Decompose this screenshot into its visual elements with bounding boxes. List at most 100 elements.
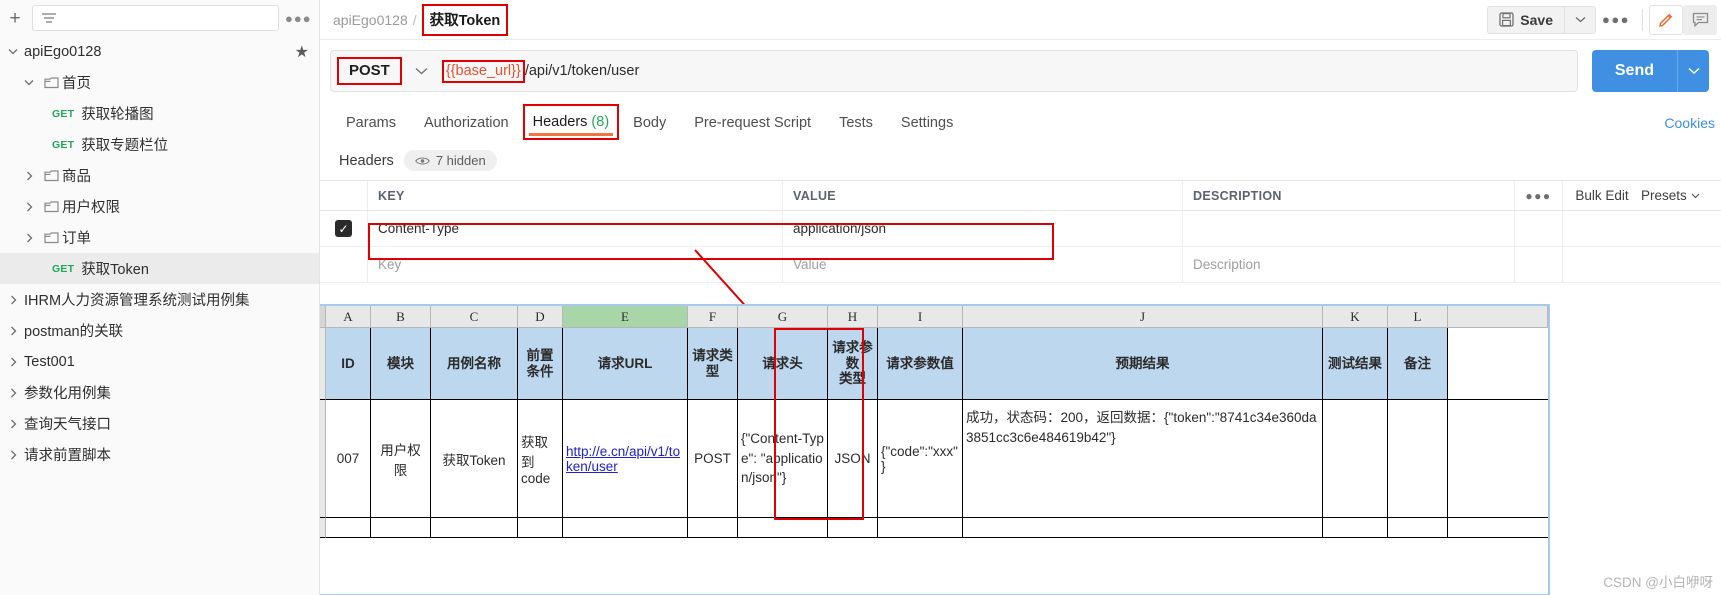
sidebar-item-ihrm[interactable]: IHRM人力资源管理系统测试用例集 <box>0 284 319 315</box>
row-checkbox-cell[interactable]: ✓ <box>320 211 368 246</box>
sheet-header-remark[interactable]: 备注 <box>1388 328 1448 400</box>
chevron-right-icon[interactable] <box>2 388 24 398</box>
cell-req-header[interactable]: {"Content-Type": "application/json"} <box>738 400 828 518</box>
bulk-edit-button[interactable]: Bulk Edit <box>1563 181 1641 210</box>
sheet-header-precondition[interactable]: 前置 条件 <box>518 328 563 400</box>
row-description-cell[interactable] <box>1183 211 1515 246</box>
row-more-icon[interactable] <box>1515 211 1563 246</box>
col-header-l[interactable]: L <box>1388 306 1448 328</box>
hidden-headers-toggle[interactable]: 7 hidden <box>403 150 497 171</box>
empty-cell[interactable] <box>563 518 688 538</box>
sheet-header-req-type[interactable]: 请求类 型 <box>688 328 738 400</box>
tab-headers[interactable]: Headers (8) <box>522 104 620 140</box>
sheet-header-expected[interactable]: 预期结果 <box>963 328 1323 400</box>
sidebar-folder-yonghuquanxian[interactable]: 用户权限 <box>0 191 319 222</box>
empty-row-description-cell[interactable]: Description <box>1183 247 1515 282</box>
empty-cell[interactable] <box>1388 518 1448 538</box>
empty-cell[interactable] <box>431 518 518 538</box>
cell-req-type[interactable]: POST <box>688 400 738 518</box>
save-button[interactable]: Save <box>1487 5 1564 34</box>
sidebar-item-postman-guanlian[interactable]: postman的关联 <box>0 315 319 346</box>
sidebar-item-qianzhi-jiaoben[interactable]: 请求前置脚本 <box>0 439 319 470</box>
chevron-right-icon[interactable] <box>2 295 24 305</box>
send-button[interactable]: Send <box>1591 50 1677 92</box>
cell-case-name[interactable]: 获取Token <box>431 400 518 518</box>
cell-expected[interactable]: 成功，状态码：200，返回数据：{"token":"8741c34e360da3… <box>963 400 1323 518</box>
col-header-j[interactable]: J <box>963 306 1323 328</box>
empty-cell[interactable] <box>371 518 431 538</box>
sidebar-folder-shangpin[interactable]: 商品 <box>0 160 319 191</box>
tab-body[interactable]: Body <box>619 106 680 140</box>
chevron-right-icon[interactable] <box>18 171 40 181</box>
chevron-right-icon[interactable] <box>18 233 40 243</box>
sheet-header-test-result[interactable]: 测试结果 <box>1323 328 1388 400</box>
cell-precondition[interactable]: 获取 到 code <box>518 400 563 518</box>
empty-cell[interactable] <box>878 518 963 538</box>
col-header-i[interactable]: I <box>878 306 963 328</box>
sidebar-folder-dingdan[interactable]: 订单 <box>0 222 319 253</box>
chevron-down-icon[interactable] <box>2 48 24 55</box>
chevron-right-icon[interactable] <box>2 419 24 429</box>
col-header-g[interactable]: G <box>738 306 828 328</box>
sidebar-folder-shouye[interactable]: 首页 <box>0 67 319 98</box>
tab-pre-request-script[interactable]: Pre-request Script <box>680 106 825 140</box>
sidebar-item-apiego0128[interactable]: apiEgo0128 ★ <box>0 36 319 67</box>
cell-remark[interactable] <box>1388 400 1448 518</box>
col-header-h[interactable]: H <box>828 306 878 328</box>
save-options-button[interactable] <box>1564 5 1596 34</box>
sidebar-item-tianqi[interactable]: 查询天气接口 <box>0 408 319 439</box>
empty-cell[interactable] <box>963 518 1323 538</box>
col-header-e[interactable]: E <box>563 306 688 328</box>
send-options-button[interactable] <box>1677 50 1709 92</box>
cell-url[interactable]: http://e.cn/api/v1/token/user <box>563 400 688 518</box>
sidebar-item-canshuhua[interactable]: 参数化用例集 <box>0 377 319 408</box>
col-header-a[interactable]: A <box>326 306 371 328</box>
request-more-icon[interactable]: ●●● <box>1596 12 1636 27</box>
method-selector[interactable]: POST <box>331 57 442 85</box>
col-header-b[interactable]: B <box>371 306 431 328</box>
sheet-header-case-name[interactable]: 用例名称 <box>431 328 518 400</box>
comment-button[interactable] <box>1683 4 1717 35</box>
row-checkbox[interactable]: ✓ <box>335 220 352 237</box>
headers-table-more-icon[interactable]: ●●● <box>1515 181 1563 210</box>
cell-module[interactable]: 用户权限 <box>371 400 431 518</box>
edit-pencil-button[interactable] <box>1649 4 1683 35</box>
sidebar-item-get-lunbotu[interactable]: GET 获取轮播图 <box>0 98 319 129</box>
sheet-header-id[interactable]: ID <box>326 328 371 400</box>
sheet-header-url[interactable]: 请求URL <box>563 328 688 400</box>
cell-id[interactable]: 007 <box>326 400 371 518</box>
tab-tests[interactable]: Tests <box>825 106 887 140</box>
sheet-header-param-type[interactable]: 请求参 数 类型 <box>828 328 878 400</box>
method-value[interactable]: POST <box>337 57 402 85</box>
sheet-header-param-value[interactable]: 请求参数值 <box>878 328 963 400</box>
breadcrumb-collection[interactable]: apiEgo0128 <box>333 12 408 28</box>
chevron-down-icon[interactable] <box>402 67 442 75</box>
col-header-c[interactable]: C <box>431 306 518 328</box>
sheet-header-req-header[interactable]: 请求头 <box>738 328 828 400</box>
empty-cell[interactable] <box>688 518 738 538</box>
empty-row-more-icon[interactable] <box>1515 247 1563 282</box>
sidebar-more-icon[interactable]: ●●● <box>285 11 311 26</box>
breadcrumb-current[interactable]: 获取Token <box>421 3 509 36</box>
tab-authorization[interactable]: Authorization <box>410 106 523 140</box>
presets-button[interactable]: Presets <box>1641 181 1721 210</box>
cell-url-link[interactable]: http://e.cn/api/v1/token/user <box>566 444 684 474</box>
url-variable[interactable]: {{base_url}} <box>441 59 525 83</box>
sidebar-item-get-token[interactable]: GET 获取Token <box>0 253 319 284</box>
tab-params[interactable]: Params <box>332 106 410 140</box>
col-header-d[interactable]: D <box>518 306 563 328</box>
new-item-icon[interactable]: + <box>4 9 26 28</box>
empty-cell[interactable] <box>326 518 371 538</box>
cell-test-result[interactable] <box>1323 400 1388 518</box>
sidebar-filter-input[interactable] <box>32 5 279 31</box>
cookies-link[interactable]: Cookies <box>1664 106 1715 140</box>
empty-row-checkbox-cell[interactable] <box>320 247 368 282</box>
col-header-f[interactable]: F <box>688 306 738 328</box>
empty-cell[interactable] <box>518 518 563 538</box>
chevron-right-icon[interactable] <box>2 326 24 336</box>
sidebar-item-test001[interactable]: Test001 <box>0 346 319 377</box>
url-input[interactable]: {{base_url}} /api/v1/token/user <box>441 59 639 83</box>
cell-param-type[interactable]: JSON <box>828 400 878 518</box>
empty-cell[interactable] <box>828 518 878 538</box>
star-icon[interactable]: ★ <box>295 42 309 62</box>
